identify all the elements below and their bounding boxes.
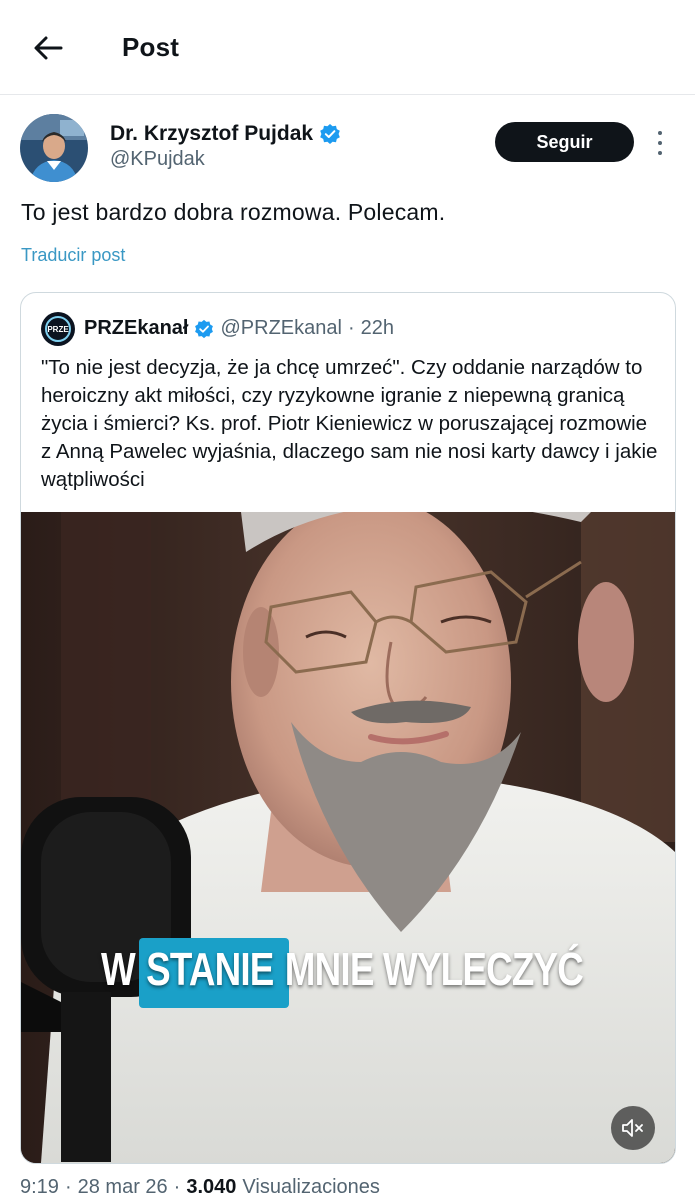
more-dot-icon	[658, 131, 662, 135]
views-count: 3.040	[186, 1176, 237, 1198]
post-date[interactable]: 28 mar 26	[78, 1176, 168, 1199]
verified-badge-icon	[320, 124, 340, 144]
author-name-row: Dr. Krzysztof Pujdak	[110, 122, 341, 146]
caption-word-2: STANIE	[146, 943, 274, 995]
back-button[interactable]	[26, 28, 70, 68]
quoted-header: PRZEkanał @PRZEkanal · 22h	[84, 317, 394, 340]
quoted-avatar-logo: PRZE	[45, 316, 71, 342]
translate-post-link[interactable]: Traducir post	[21, 245, 125, 266]
arrow-left-icon	[34, 36, 63, 60]
more-dot-icon	[658, 141, 662, 145]
views-label: Visualizaciones	[242, 1176, 380, 1198]
caption-word-1: W	[101, 943, 136, 995]
video-frame	[21, 512, 675, 1163]
quoted-timestamp[interactable]: 22h	[361, 317, 394, 340]
follow-button[interactable]: Seguir	[495, 122, 634, 162]
post-meta: 9:19 · 28 mar 26 · 3.040 Visualizaciones	[20, 1176, 380, 1199]
post-text: To jest bardzo dobra rozmowa. Polecam.	[21, 199, 446, 225]
author-handle[interactable]: @KPujdak	[110, 148, 205, 171]
post-page: Post Dr. Krzysztof Pujdak @KPujdak Segui…	[0, 0, 695, 1200]
more-options-button[interactable]	[648, 128, 672, 158]
quoted-author-name[interactable]: PRZEkanał	[84, 317, 188, 340]
top-bar: Post	[0, 0, 695, 95]
author-name[interactable]: Dr. Krzysztof Pujdak	[110, 122, 313, 146]
speaker-muted-icon	[622, 1119, 643, 1137]
more-dot-icon	[658, 151, 662, 155]
meta-separator: ·	[173, 1176, 181, 1198]
avatar[interactable]	[20, 114, 88, 182]
quoted-author-handle[interactable]: @PRZEkanal	[220, 317, 341, 340]
quoted-avatar[interactable]: PRZE	[41, 312, 75, 346]
verified-badge-icon	[195, 319, 214, 338]
quoted-text: "To nie jest decyzja, że ja chcę umrzeć"…	[41, 356, 658, 491]
video-player[interactable]: W STANIE MNIE WYLECZYĆ	[21, 512, 675, 1163]
post-time[interactable]: 9:19	[20, 1176, 59, 1199]
page-title: Post	[122, 32, 180, 62]
quoted-separator: ·	[347, 317, 355, 339]
caption-word-3: MNIE WYLECZYĆ	[284, 943, 584, 995]
quoted-post-card[interactable]: PRZE PRZEkanał @PRZEkanal · 22h "To nie …	[20, 292, 676, 1164]
meta-separator: ·	[64, 1176, 72, 1198]
mute-toggle-button[interactable]	[611, 1106, 655, 1150]
